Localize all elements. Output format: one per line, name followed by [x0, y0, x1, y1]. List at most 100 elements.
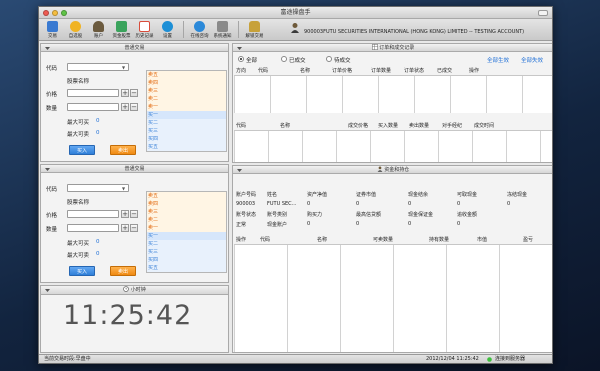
- column-header[interactable]: 代码: [260, 236, 317, 243]
- toolbar-button-funds[interactable]: 资金股票: [110, 19, 133, 40]
- title-bar: 富途操盘手: [39, 7, 552, 19]
- max-buy-label: 最大可买: [67, 241, 90, 247]
- column-header: 账号类别: [267, 212, 288, 218]
- collapse-icon[interactable]: [237, 168, 242, 173]
- bid-level[interactable]: 买五: [147, 264, 226, 272]
- collapse-icon[interactable]: [237, 46, 242, 51]
- column-header[interactable]: 订单状态: [404, 67, 437, 74]
- column-header[interactable]: 买入数量: [378, 122, 409, 129]
- column-header[interactable]: 可卖数量: [373, 236, 429, 243]
- ask-level[interactable]: 卖五: [147, 192, 226, 200]
- bid-level[interactable]: 买三: [147, 127, 226, 135]
- column-header[interactable]: 对手经纪: [442, 122, 474, 129]
- collapse-icon[interactable]: [45, 167, 50, 172]
- ask-level[interactable]: 卖四: [147, 200, 226, 208]
- toolbar-button-trade[interactable]: 交易: [41, 19, 64, 40]
- toolbar-toggle-button[interactable]: [538, 10, 548, 16]
- column-header[interactable]: 市值: [477, 236, 523, 243]
- column-header[interactable]: 名称: [280, 122, 348, 129]
- collapse-icon[interactable]: [45, 46, 50, 51]
- toolbar-button-unlock[interactable]: 解锁交易: [243, 19, 266, 40]
- qty-input[interactable]: [67, 103, 119, 111]
- minimize-window-button[interactable]: [52, 10, 58, 16]
- column-header[interactable]: 持有数量: [429, 236, 477, 243]
- column-header[interactable]: 卖出数量: [409, 122, 442, 129]
- qty-input[interactable]: [67, 224, 119, 232]
- column-header[interactable]: 盈亏: [523, 236, 551, 243]
- toolbar-button-account[interactable]: 账户: [87, 19, 110, 40]
- ask-level[interactable]: 卖二: [147, 216, 226, 224]
- summary-value: 正常: [236, 222, 247, 228]
- window-title: 富途操盘手: [280, 9, 311, 16]
- chat-icon: [194, 21, 205, 32]
- chevron-down-icon: ▼: [122, 186, 126, 191]
- column-header[interactable]: 订单价格: [332, 67, 371, 74]
- ask-level[interactable]: 卖五: [147, 71, 226, 79]
- bid-level[interactable]: 买四: [147, 256, 226, 264]
- qty-plus-button[interactable]: +: [121, 103, 129, 111]
- column-header[interactable]: 名称: [317, 236, 373, 243]
- filter-filled-radio[interactable]: [281, 56, 287, 62]
- deactivate-all-link[interactable]: 全部失效: [521, 56, 543, 64]
- column-header[interactable]: 订单数量: [371, 67, 404, 74]
- sell-button[interactable]: 卖出: [110, 145, 136, 155]
- code-input[interactable]: ▼: [67, 63, 129, 71]
- buy-button[interactable]: 买入: [69, 266, 95, 276]
- column-header[interactable]: 代码: [236, 122, 280, 129]
- sell-button[interactable]: 卖出: [110, 266, 136, 276]
- deal-table-body[interactable]: [234, 130, 552, 162]
- price-plus-button[interactable]: +: [121, 210, 129, 218]
- close-window-button[interactable]: [43, 10, 49, 16]
- column-header[interactable]: 操作: [469, 67, 499, 74]
- collapse-icon[interactable]: [45, 288, 50, 293]
- window-controls: [43, 10, 67, 16]
- price-input[interactable]: [67, 89, 119, 97]
- max-buy-value: 0: [96, 239, 100, 245]
- price-label: 价格: [46, 92, 58, 98]
- column-header[interactable]: 方向: [236, 67, 258, 74]
- ask-level[interactable]: 卖一: [147, 224, 226, 232]
- price-minus-button[interactable]: −: [130, 89, 138, 97]
- bid-level[interactable]: 买五: [147, 143, 226, 151]
- column-header[interactable]: 名称: [300, 67, 332, 74]
- chevron-down-icon: ▼: [122, 65, 126, 70]
- ask-level[interactable]: 卖三: [147, 87, 226, 95]
- filter-all-radio[interactable]: [238, 56, 244, 62]
- price-plus-button[interactable]: +: [121, 89, 129, 97]
- toolbar-button-watchlist[interactable]: 自选股: [64, 19, 87, 40]
- toolbar-button-history[interactable]: 历史记录: [133, 19, 156, 40]
- price-minus-button[interactable]: −: [130, 210, 138, 218]
- trade-panel-header: 普通交易: [41, 165, 228, 173]
- zoom-window-button[interactable]: [61, 10, 67, 16]
- activate-all-link[interactable]: 全部生效: [487, 56, 509, 64]
- column-header[interactable]: 操作: [236, 236, 260, 243]
- column-header[interactable]: 代码: [258, 67, 300, 74]
- order-table-body[interactable]: [234, 75, 552, 113]
- toolbar-button-settings[interactable]: 设置: [156, 19, 179, 40]
- filter-pending-radio[interactable]: [326, 56, 332, 62]
- ask-level[interactable]: 卖一: [147, 103, 226, 111]
- bid-level[interactable]: 买四: [147, 135, 226, 143]
- ask-level[interactable]: 卖四: [147, 79, 226, 87]
- toolbar-button-chat[interactable]: 在线咨询: [188, 19, 211, 40]
- column-header[interactable]: 成交价格: [348, 122, 378, 129]
- qty-minus-button[interactable]: −: [130, 103, 138, 111]
- code-input[interactable]: ▼: [67, 184, 129, 192]
- bid-level[interactable]: 买一: [147, 111, 226, 119]
- bid-level[interactable]: 买三: [147, 248, 226, 256]
- position-table-body[interactable]: [234, 244, 552, 352]
- price-input[interactable]: [67, 210, 119, 218]
- summary-value: 0: [356, 201, 360, 207]
- bid-level[interactable]: 买二: [147, 119, 226, 127]
- qty-plus-button[interactable]: +: [121, 224, 129, 232]
- toolbar-button-notify[interactable]: 系统通知: [211, 19, 234, 40]
- bid-level[interactable]: 买一: [147, 232, 226, 240]
- buy-button[interactable]: 买入: [69, 145, 95, 155]
- ask-level[interactable]: 卖三: [147, 208, 226, 216]
- column-header: 姓名: [267, 192, 278, 198]
- column-header[interactable]: 已成交: [437, 67, 469, 74]
- column-header[interactable]: 成交时间: [474, 122, 508, 129]
- bid-level[interactable]: 买二: [147, 240, 226, 248]
- qty-minus-button[interactable]: −: [130, 224, 138, 232]
- ask-level[interactable]: 卖二: [147, 95, 226, 103]
